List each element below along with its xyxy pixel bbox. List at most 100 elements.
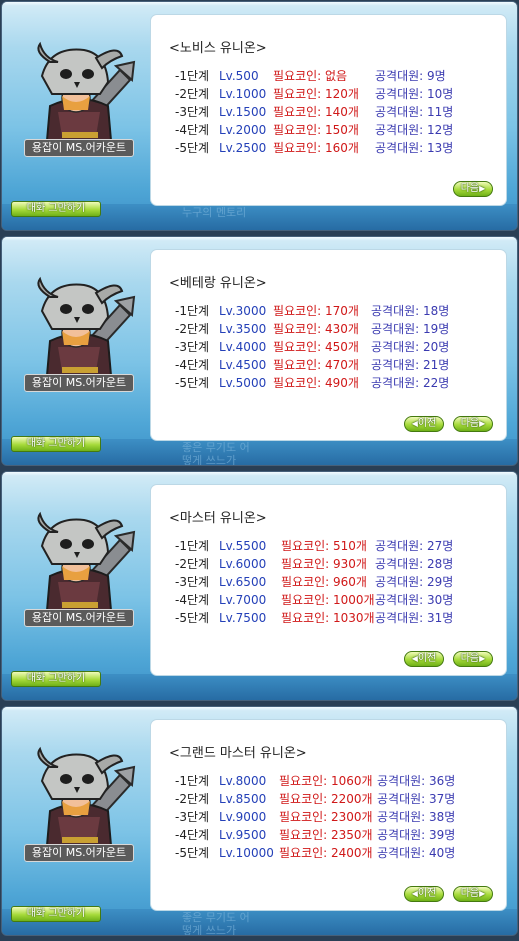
- tier-step: -4단계: [175, 358, 210, 372]
- tier-attackers: 공격대원: 40명: [377, 846, 456, 860]
- tier-attackers: 공격대원: 19명: [371, 322, 450, 336]
- union-title: <그랜드 마스터 유니온>: [169, 746, 307, 761]
- next-button-label: 다음: [460, 888, 480, 899]
- tier-step: -2단계: [175, 792, 210, 806]
- tier-step: -5단계: [175, 846, 210, 860]
- tier-level: Lv.4500: [219, 358, 267, 372]
- prev-button[interactable]: ◀이전: [404, 886, 444, 902]
- tier-step: -3단계: [175, 810, 210, 824]
- tier-attackers: 공격대원: 39명: [377, 828, 456, 842]
- tier-level: Lv.1000: [219, 87, 267, 101]
- next-button-label: 다음: [460, 653, 480, 664]
- tier-attackers: 공격대원: 36명: [377, 774, 456, 788]
- prev-button-label: 이전: [417, 418, 437, 429]
- npc-name-tag: 용잡이 MS.어카운트: [24, 609, 134, 627]
- tier-coin-cost: 필요코인: 430개: [273, 322, 359, 336]
- tier-step: -3단계: [175, 340, 210, 354]
- union-title: <베테랑 유니온>: [169, 276, 267, 291]
- background-ghost-text: 좋은 무기도 어 떻게 쓰느가: [182, 911, 250, 936]
- dialog-content-box: <마스터 유니온> -1단계 Lv.5500 필요코인: 510개 공격대원: …: [150, 484, 507, 676]
- tier-coin-cost: 필요코인: 170개: [273, 304, 359, 318]
- ghost-text-line-2: 떻게 쓰느가: [182, 924, 237, 936]
- prev-button-label: 이전: [417, 653, 437, 664]
- end-chat-button[interactable]: 대화 그만하기: [11, 201, 101, 217]
- tier-step: -1단계: [175, 539, 210, 553]
- tier-attackers: 공격대원: 30명: [375, 593, 454, 607]
- prev-button-label: 이전: [417, 888, 437, 899]
- tier-level: Lv.9000: [219, 810, 267, 824]
- tier-coin-cost: 필요코인: 490개: [273, 376, 359, 390]
- next-button-label: 다음: [460, 418, 480, 429]
- union-title: <마스터 유니온>: [169, 511, 267, 526]
- npc-name-tag: 용잡이 MS.어카운트: [24, 374, 134, 392]
- tier-level: Lv.6500: [219, 575, 267, 589]
- tier-attackers: 공격대원: 20명: [371, 340, 450, 354]
- tier-attackers: 공격대원: 28명: [375, 557, 454, 571]
- tier-level: Lv.3000: [219, 304, 267, 318]
- tier-level: Lv.1500: [219, 105, 267, 119]
- tier-step: -4단계: [175, 828, 210, 842]
- tier-level: Lv.6000: [219, 557, 267, 571]
- end-chat-button[interactable]: 대화 그만하기: [11, 906, 101, 922]
- npc-name-tag: 용잡이 MS.어카운트: [24, 844, 134, 862]
- dialog-content-box: <노비스 유니온> -1단계 Lv.500 필요코인: 없음 공격대원: 9명 …: [150, 14, 507, 206]
- tier-step: -3단계: [175, 575, 210, 589]
- prev-button[interactable]: ◀이전: [404, 416, 444, 432]
- end-chat-button[interactable]: 대화 그만하기: [11, 436, 101, 452]
- tier-coin-cost: 필요코인: 470개: [273, 358, 359, 372]
- tier-step: -4단계: [175, 593, 210, 607]
- right-arrow-icon: ▶: [479, 654, 486, 663]
- tier-attackers: 공격대원: 13명: [375, 141, 454, 155]
- tier-level: Lv.8500: [219, 792, 267, 806]
- npc-dialog-panel: 용잡이 MS.어카운트 <마스터 유니온> -1단계 Lv.5500 필요코인:…: [1, 471, 518, 701]
- tier-step: -2단계: [175, 322, 210, 336]
- tier-step: -4단계: [175, 123, 210, 137]
- tier-coin-cost: 필요코인: 1000개: [281, 593, 375, 607]
- ghost-text-line-2: 떻게 쓰느가: [182, 454, 237, 466]
- ghost-text-line-1: 좋은 무기도 어: [182, 911, 250, 924]
- next-button[interactable]: 다음▶: [453, 416, 493, 432]
- background-ghost-text: 누구의 멘토리: [182, 206, 246, 219]
- end-chat-button[interactable]: 대화 그만하기: [11, 671, 101, 687]
- tier-level: Lv.9500: [219, 828, 267, 842]
- tier-attackers: 공격대원: 9명: [375, 69, 446, 83]
- tier-attackers: 공격대원: 22명: [371, 376, 450, 390]
- tier-coin-cost: 필요코인: 1030개: [281, 611, 375, 625]
- tier-coin-cost: 필요코인: 150개: [273, 123, 359, 137]
- next-button[interactable]: 다음▶: [453, 886, 493, 902]
- tier-coin-cost: 필요코인: 2400개: [279, 846, 373, 860]
- tier-coin-cost: 필요코인: 160개: [273, 141, 359, 155]
- next-button[interactable]: 다음▶: [453, 181, 493, 197]
- tier-attackers: 공격대원: 27명: [375, 539, 454, 553]
- tier-level: Lv.500: [219, 69, 259, 83]
- tier-attackers: 공격대원: 12명: [375, 123, 454, 137]
- tier-attackers: 공격대원: 21명: [371, 358, 450, 372]
- next-button-label: 다음: [460, 183, 480, 194]
- next-button[interactable]: 다음▶: [453, 651, 493, 667]
- tier-step: -2단계: [175, 87, 210, 101]
- npc-name-tag: 용잡이 MS.어카운트: [24, 139, 134, 157]
- npc-dialog-panel: 누구의 멘토리 용잡이 MS.어카운트 <노비스 유니온> -1단계 Lv.50…: [1, 1, 518, 231]
- tier-attackers: 공격대원: 31명: [375, 611, 454, 625]
- tier-coin-cost: 필요코인: 2350개: [279, 828, 373, 842]
- tier-coin-cost: 필요코인: 510개: [281, 539, 367, 553]
- tier-coin-cost: 필요코인: 930개: [281, 557, 367, 571]
- ghost-text-line-1: 좋은 무기도 어: [182, 441, 250, 454]
- npc-dialog-panel: 좋은 무기도 어 떻게 쓰느가 용잡이 MS.어카운트 <베테랑 유니온> -1…: [1, 236, 518, 466]
- tier-attackers: 공격대원: 29명: [375, 575, 454, 589]
- dialog-content-box: <그랜드 마스터 유니온> -1단계 Lv.8000 필요코인: 1060개 공…: [150, 719, 507, 911]
- union-title: <노비스 유니온>: [169, 41, 267, 56]
- tier-coin-cost: 필요코인: 140개: [273, 105, 359, 119]
- tier-step: -5단계: [175, 611, 210, 625]
- right-arrow-icon: ▶: [479, 419, 486, 428]
- tier-coin-cost: 필요코인: 450개: [273, 340, 359, 354]
- tier-attackers: 공격대원: 11명: [375, 105, 454, 119]
- right-arrow-icon: ▶: [479, 889, 486, 898]
- tier-level: Lv.10000: [219, 846, 274, 860]
- right-arrow-icon: ▶: [479, 184, 486, 193]
- tier-level: Lv.5000: [219, 376, 267, 390]
- prev-button[interactable]: ◀이전: [404, 651, 444, 667]
- ghost-text-line-1: 누구의 멘토리: [182, 206, 247, 219]
- tier-coin-cost: 필요코인: 1060개: [279, 774, 373, 788]
- tier-level: Lv.8000: [219, 774, 267, 788]
